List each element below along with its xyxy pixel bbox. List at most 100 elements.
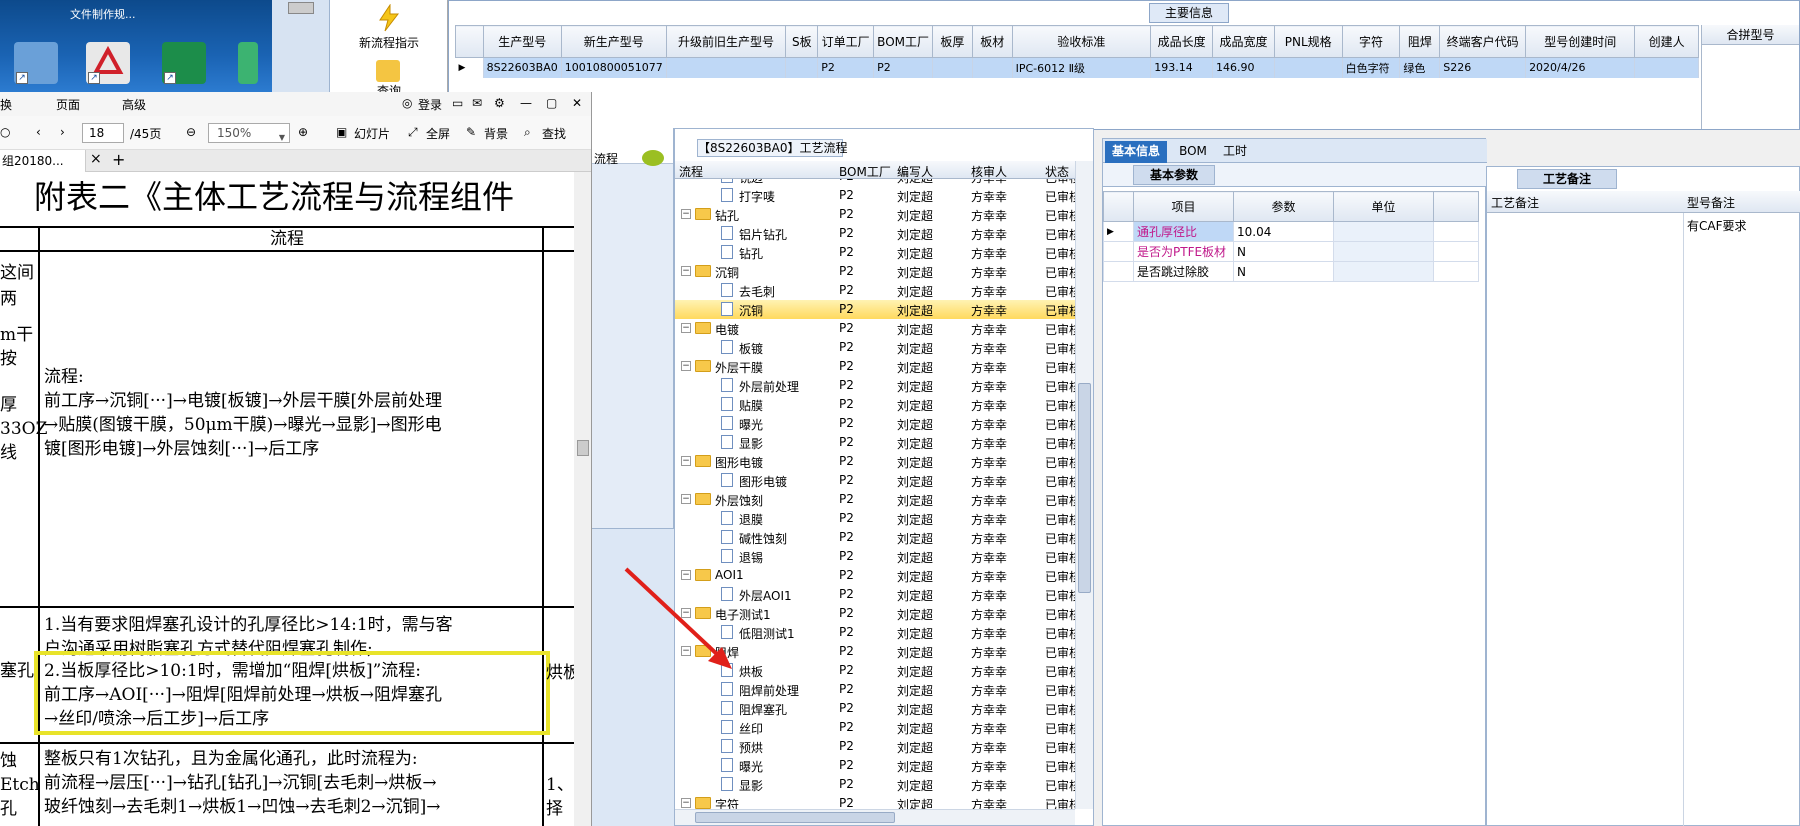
settings-icon[interactable]: ⚙: [494, 96, 505, 110]
green-app-shortcut-icon[interactable]: ↗: [162, 42, 206, 84]
col-header[interactable]: 订单工厂: [817, 25, 875, 58]
maximize-icon[interactable]: ▢: [546, 96, 557, 110]
grid-cell[interactable]: 2020/4/26: [1525, 57, 1636, 78]
grid-cell[interactable]: P2: [873, 57, 933, 78]
tree-row[interactable]: 板镀 P2 刘定超 方幸幸 已审核: [675, 338, 1075, 357]
tree-row[interactable]: 丝印 P2 刘定超 方幸幸 已审核: [675, 718, 1075, 737]
tab-basic-params[interactable]: 基本参数: [1133, 165, 1215, 185]
grid-cell[interactable]: [972, 57, 1013, 78]
param-unit[interactable]: [1333, 241, 1434, 262]
param-name[interactable]: 是否为PTFE板材: [1133, 241, 1234, 262]
close-icon[interactable]: ✕: [572, 96, 582, 110]
fullscreen-button[interactable]: 全屏: [426, 125, 450, 142]
lightning-icon[interactable]: [376, 4, 402, 32]
col-header[interactable]: S板: [785, 25, 819, 58]
col-header[interactable]: 字符: [1341, 25, 1401, 58]
tree-row[interactable]: 退锡 P2 刘定超 方幸幸 已审核: [675, 547, 1075, 566]
col-header[interactable]: 阻焊: [1399, 25, 1441, 58]
tree-row[interactable]: 沉铜 P2 刘定超 方幸幸 已审核: [675, 300, 1075, 319]
col-header[interactable]: 升级前旧生产型号: [665, 25, 787, 58]
col-header[interactable]: 生产型号: [482, 25, 562, 58]
next-page-icon[interactable]: ›: [60, 125, 65, 139]
tree-row[interactable]: − 图形电镀 P2 刘定超 方幸幸 已审核: [675, 452, 1075, 471]
query-icon[interactable]: [376, 60, 400, 82]
close-tab-icon[interactable]: ×: [90, 151, 102, 167]
tree-row[interactable]: − 电镀 P2 刘定超 方幸幸 已审核: [675, 319, 1075, 338]
prev-page-icon[interactable]: ‹: [36, 125, 41, 139]
background-icon[interactable]: ✎: [466, 125, 476, 139]
find-button[interactable]: 查找: [542, 125, 566, 142]
new-tab-icon[interactable]: +: [112, 150, 125, 169]
table-row[interactable]: ▶ 8S22603BA0 10010800051077 P2 P2 IPC-6012 Ⅱ级…: [455, 57, 1699, 78]
collapse-toggle-icon[interactable]: −: [681, 266, 691, 276]
menu-item-advanced[interactable]: 高级: [122, 96, 146, 113]
col-header[interactable]: 创建人: [1634, 25, 1699, 58]
tree-row[interactable]: 显影 P2 刘定超 方幸幸 已审核: [675, 433, 1075, 452]
col-header[interactable]: 终端客户代码: [1439, 25, 1527, 58]
tree-row[interactable]: − 字符 P2 刘定超 方幸幸 已审核: [675, 794, 1075, 809]
scroll-thumb[interactable]: [695, 812, 895, 823]
param-unit[interactable]: [1333, 221, 1434, 242]
param-row[interactable]: 是否跳过除胶 N: [1103, 261, 1479, 282]
tree-row[interactable]: 图形电镀 P2 刘定超 方幸幸 已审核: [675, 471, 1075, 490]
grid-cell[interactable]: [932, 57, 973, 78]
pdf-shortcut-icon[interactable]: ↗: [86, 42, 130, 84]
tree-row[interactable]: 打字唛 P2 刘定超 方幸幸 已审核: [675, 186, 1075, 205]
param-unit[interactable]: [1333, 261, 1434, 282]
tree-row[interactable]: 钻孔 P2 刘定超 方幸幸 已审核: [675, 243, 1075, 262]
scroll-thumb[interactable]: [577, 440, 589, 456]
col-header[interactable]: BOM工厂: [873, 25, 933, 58]
new-process-button[interactable]: 新流程指示: [330, 34, 448, 51]
grid-cell[interactable]: 193.14: [1150, 57, 1214, 78]
col-header[interactable]: 成品长度: [1150, 25, 1214, 58]
scroll-thumb[interactable]: [1078, 383, 1091, 593]
grid-cell[interactable]: 8S22603BA0: [483, 57, 562, 78]
grid-cell[interactable]: S226: [1439, 57, 1527, 78]
tree-row[interactable]: 铣边 P2 刘定超 方幸幸 已审核: [675, 179, 1075, 186]
tree-row[interactable]: 去毛刺 P2 刘定超 方幸幸 已审核: [675, 281, 1075, 300]
process-hscrollbar[interactable]: [675, 809, 1075, 825]
col-header[interactable]: 成品宽度: [1212, 25, 1275, 58]
message-icon[interactable]: ▭: [452, 96, 463, 110]
col-header[interactable]: 板厚: [932, 25, 973, 58]
col-header[interactable]: 板材: [971, 25, 1013, 58]
collapse-toggle-icon[interactable]: −: [681, 209, 691, 219]
collapse-toggle-icon[interactable]: −: [681, 456, 691, 466]
grid-cell[interactable]: 146.90: [1212, 57, 1275, 78]
grid-cell[interactable]: IPC-6012 Ⅱ级: [1012, 57, 1152, 78]
collapse-toggle-icon[interactable]: −: [681, 323, 691, 333]
tab-bom[interactable]: BOM: [1175, 141, 1211, 163]
col-header[interactable]: 型号创建时间: [1525, 25, 1636, 58]
grid-cell[interactable]: [1634, 57, 1699, 78]
param-value[interactable]: N: [1233, 241, 1334, 262]
grid-cell[interactable]: [666, 57, 787, 78]
param-value[interactable]: 10.04: [1233, 221, 1334, 242]
param-name[interactable]: 是否跳过除胶: [1133, 261, 1234, 282]
tree-row[interactable]: 阻焊前处理 P2 刘定超 方幸幸 已审核: [675, 680, 1075, 699]
menu-item[interactable]: 换: [0, 96, 12, 113]
grid-cell[interactable]: P2: [817, 57, 875, 78]
col-header[interactable]: 新生产型号: [560, 25, 667, 58]
background-button[interactable]: 背景: [484, 125, 508, 142]
grid-cell[interactable]: [785, 57, 819, 78]
grid-cell[interactable]: [1274, 57, 1343, 78]
grid-cell[interactable]: 10010800051077: [561, 57, 667, 78]
login-link[interactable]: 登录: [418, 96, 442, 113]
param-row[interactable]: 是否为PTFE板材 N: [1103, 241, 1479, 262]
back-icon[interactable]: ○: [0, 125, 10, 139]
pdf-scrollbar[interactable]: [574, 172, 591, 826]
tree-row[interactable]: 碱性蚀刻 P2 刘定超 方幸幸 已审核: [675, 528, 1075, 547]
tab-process-notes[interactable]: 工艺备注: [1517, 169, 1617, 189]
tree-row[interactable]: 显影 P2 刘定超 方幸幸 已审核: [675, 775, 1075, 794]
app-shortcut-icon[interactable]: ↗: [14, 42, 58, 84]
tree-row[interactable]: 贴膜 P2 刘定超 方幸幸 已审核: [675, 395, 1075, 414]
param-value[interactable]: N: [1233, 261, 1334, 282]
document-tab[interactable]: 组20180...: [0, 150, 86, 172]
collapse-toggle-icon[interactable]: −: [681, 494, 691, 504]
col-header[interactable]: PNL规格: [1273, 25, 1343, 58]
slideshow-icon[interactable]: ▣: [336, 125, 347, 139]
param-name[interactable]: 通孔厚径比: [1133, 221, 1234, 242]
tree-row[interactable]: − 外层蚀刻 P2 刘定超 方幸幸 已审核: [675, 490, 1075, 509]
zoom-in-icon[interactable]: ⊕: [298, 125, 308, 139]
tree-row[interactable]: 退膜 P2 刘定超 方幸幸 已审核: [675, 509, 1075, 528]
